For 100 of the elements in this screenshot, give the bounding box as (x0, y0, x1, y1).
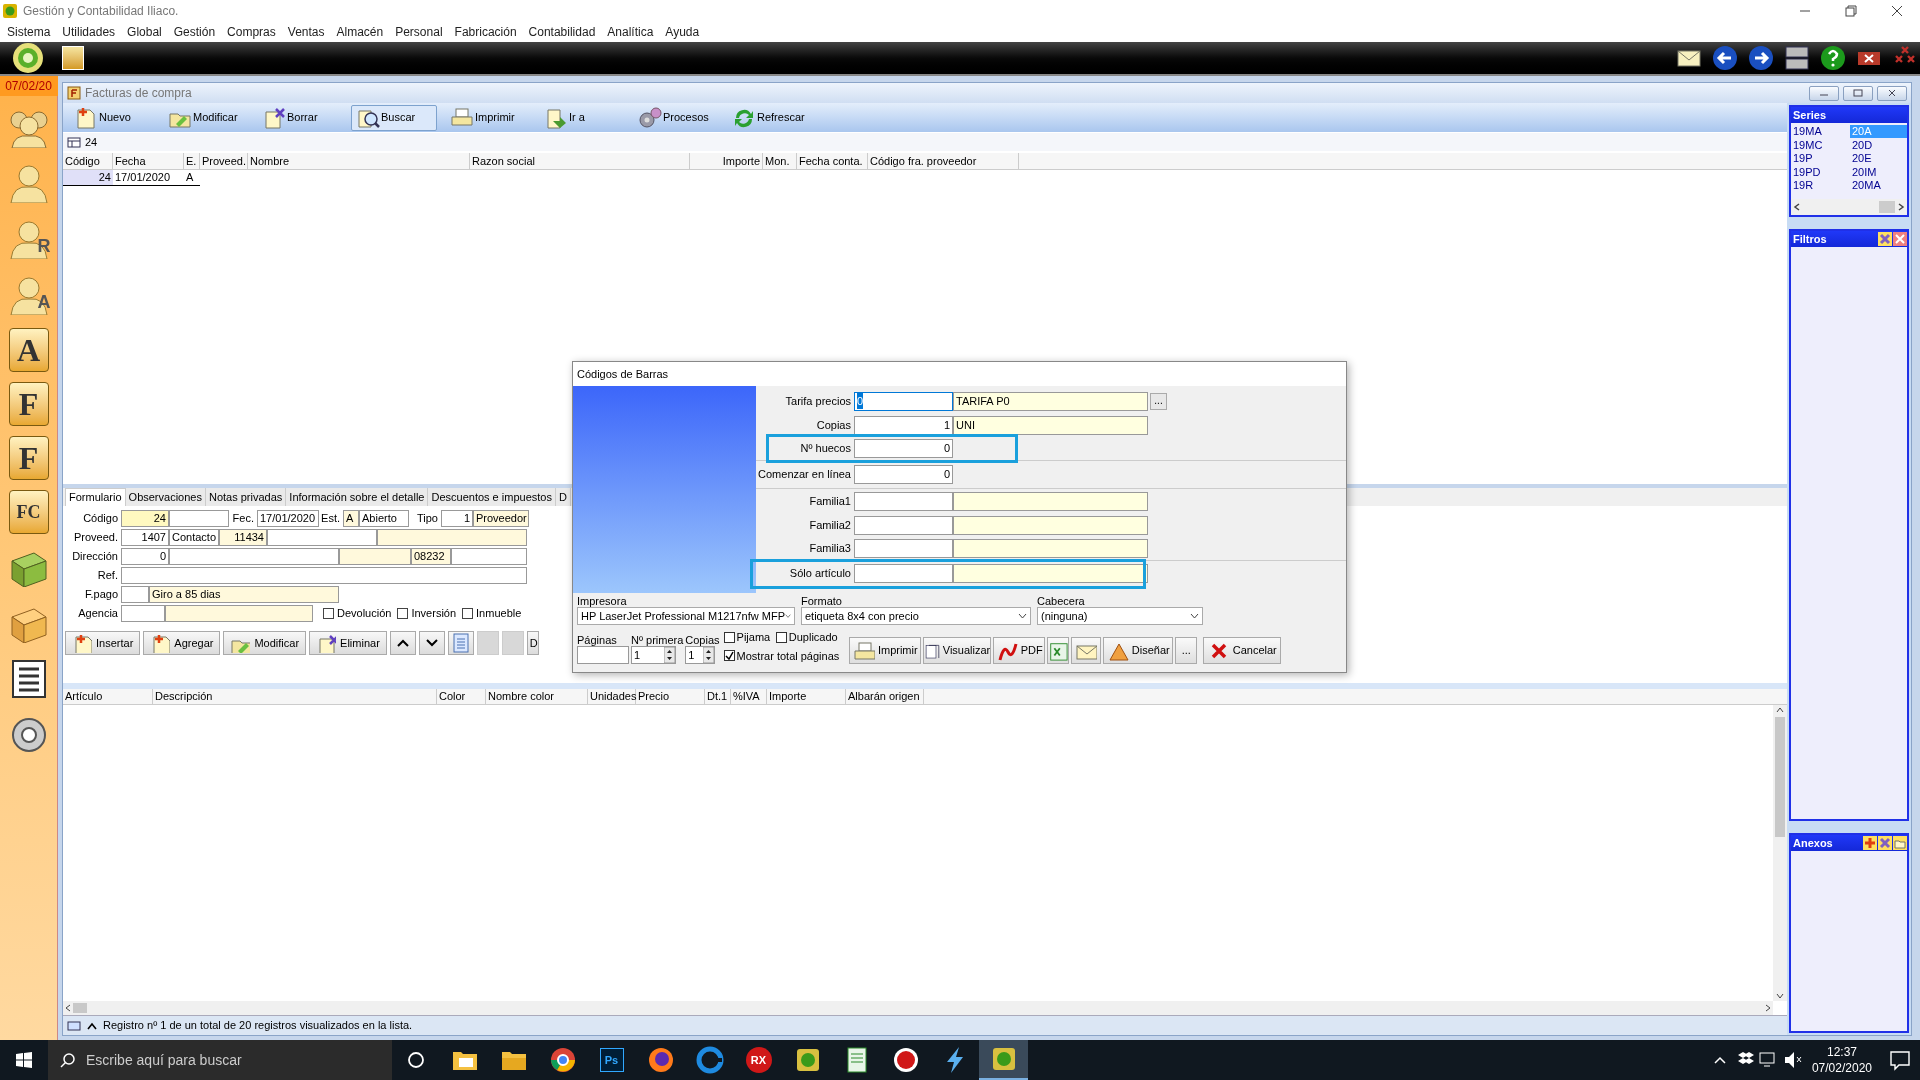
input-field[interactable]: 0 (854, 465, 953, 484)
series-item[interactable]: 20E (1850, 152, 1907, 166)
form-tab[interactable]: Observaciones (125, 488, 206, 506)
dialog-button[interactable]: Visualizar (923, 637, 992, 664)
input-field[interactable]: 24 (121, 510, 169, 527)
clear-icon[interactable] (1878, 232, 1892, 246)
input-field[interactable]: Proveedor (473, 510, 529, 527)
dialog-button[interactable]: PDF (993, 637, 1046, 664)
column-header[interactable]: Fecha conta. (797, 153, 868, 169)
column-header[interactable]: Código (63, 153, 113, 169)
scrollbar-thumb[interactable] (1879, 201, 1895, 213)
column-header[interactable]: Proveed. (200, 153, 248, 169)
input-field[interactable]: 0 (854, 391, 953, 411)
checkbox[interactable]: Inversión (397, 605, 457, 622)
taskbar-app-button[interactable]: Ps (587, 1040, 636, 1080)
checkbox[interactable]: Inmueble (462, 605, 522, 622)
input-field[interactable] (451, 548, 527, 565)
folder-icon[interactable] (1893, 836, 1907, 850)
clock[interactable]: 12:37 07/02/2020 (1803, 1044, 1880, 1076)
series-item[interactable]: 19R (1791, 179, 1848, 193)
input-field[interactable] (953, 515, 1148, 535)
form-tab[interactable]: Información sobre el detalle (286, 488, 429, 506)
letter-tile-button[interactable]: FC (8, 490, 49, 534)
input-field[interactable] (121, 586, 149, 603)
caret-up-icon[interactable] (87, 1021, 97, 1030)
letter-tile-button[interactable]: F (8, 436, 49, 480)
menu-item[interactable]: Ventas (287, 23, 325, 41)
dialog-button[interactable]: Imprimir (849, 637, 922, 664)
letter-tile-button[interactable]: A (8, 328, 49, 372)
input-field[interactable] (121, 605, 165, 622)
input-field[interactable] (121, 567, 527, 584)
menu-item[interactable]: Sistema (7, 23, 51, 41)
input-field[interactable] (854, 539, 953, 558)
input-field[interactable]: 0 (854, 439, 953, 458)
column-header[interactable]: %IVA (731, 689, 767, 704)
input-field[interactable]: 17/01/2020 (257, 510, 319, 527)
series-item[interactable]: 20D (1850, 138, 1907, 152)
menu-item[interactable]: Ayuda (665, 23, 700, 41)
dialog-button[interactable] (1071, 637, 1102, 664)
series-item[interactable]: 19P (1791, 152, 1848, 166)
toolbar-button[interactable]: Borrar (257, 104, 343, 131)
column-header[interactable]: Nombre color (486, 689, 588, 704)
column-header[interactable]: Razon social (470, 153, 690, 169)
spinner-field[interactable]: 1 (631, 646, 676, 664)
menu-item[interactable]: Global (127, 23, 162, 41)
vertical-scrollbar[interactable] (1773, 705, 1787, 1001)
windows-start-icon[interactable] (16, 1052, 32, 1068)
input-field[interactable] (377, 529, 527, 546)
column-header[interactable]: Precio (636, 689, 705, 704)
letter-tile-button[interactable]: F (8, 382, 49, 426)
input-field[interactable] (577, 646, 629, 664)
series-item[interactable]: 20IM (1850, 165, 1907, 179)
checkbox[interactable]: Duplicado (775, 629, 840, 646)
blank-button[interactable] (476, 631, 499, 655)
action-button[interactable]: Agregar (143, 631, 221, 655)
input-field[interactable]: Giro a 85 dias (149, 586, 339, 603)
series-item[interactable]: 19MA (1791, 125, 1848, 138)
column-header[interactable]: Unidades (588, 689, 636, 704)
checkbox[interactable]: Pijama (723, 629, 772, 646)
field-label[interactable]: Contacto (169, 529, 219, 546)
printer-dropdown[interactable]: HP LaserJet Professional M1217nfw MFP (577, 607, 795, 625)
dialog-button[interactable]: Cancelar (1203, 637, 1282, 664)
keyboard-icon[interactable] (67, 1020, 81, 1031)
action-button[interactable]: Insertar (65, 631, 141, 655)
toolbar-button[interactable]: Ir a (539, 104, 625, 131)
checkbox[interactable]: Devolución (323, 605, 392, 622)
series-item[interactable]: 20MA (1850, 179, 1907, 193)
column-header[interactable]: Descripción (153, 689, 437, 704)
scrollbar-thumb[interactable] (1775, 717, 1785, 837)
spinner-field[interactable]: 1 (685, 646, 716, 664)
menu-item[interactable]: Compras (227, 23, 276, 41)
column-header[interactable]: Mon. (763, 153, 797, 169)
toolbar-button[interactable]: Refrescar (727, 104, 813, 131)
menu-item[interactable]: Fabricación (454, 23, 517, 41)
input-field[interactable] (953, 563, 1148, 583)
column-header[interactable]: E. (184, 153, 200, 169)
dialog-button[interactable]: Diseñar (1103, 637, 1174, 664)
add-icon[interactable] (1863, 836, 1877, 850)
input-field[interactable] (854, 563, 953, 583)
form-tab[interactable]: Descuentos e impuestos (428, 488, 556, 506)
input-field[interactable] (854, 515, 953, 535)
horizontal-scrollbar[interactable] (1791, 199, 1907, 215)
form-tab[interactable]: Notas privadas (205, 488, 287, 506)
input-field[interactable]: A (343, 510, 359, 527)
input-field[interactable]: 11434 (219, 529, 267, 546)
f-app-icon[interactable] (62, 46, 84, 70)
input-field[interactable] (953, 539, 1148, 558)
dialog-button[interactable]: ... (1175, 637, 1198, 664)
input-field[interactable] (169, 510, 229, 527)
series-item[interactable]: 19MC (1791, 138, 1848, 152)
input-field[interactable] (854, 491, 953, 511)
menu-item[interactable]: Contabilidad (528, 23, 596, 41)
column-header[interactable]: Código fra. proveedor (868, 153, 1019, 169)
input-field[interactable]: UNI (953, 415, 1148, 435)
action-button[interactable]: D (526, 631, 539, 655)
search-field[interactable]: Escribe aquí para buscar (48, 1040, 392, 1080)
column-header[interactable]: Nombre (248, 153, 470, 169)
series-item[interactable]: 19PD (1791, 165, 1848, 179)
dialog-button[interactable] (1047, 637, 1070, 664)
move-up-button[interactable] (389, 631, 416, 655)
